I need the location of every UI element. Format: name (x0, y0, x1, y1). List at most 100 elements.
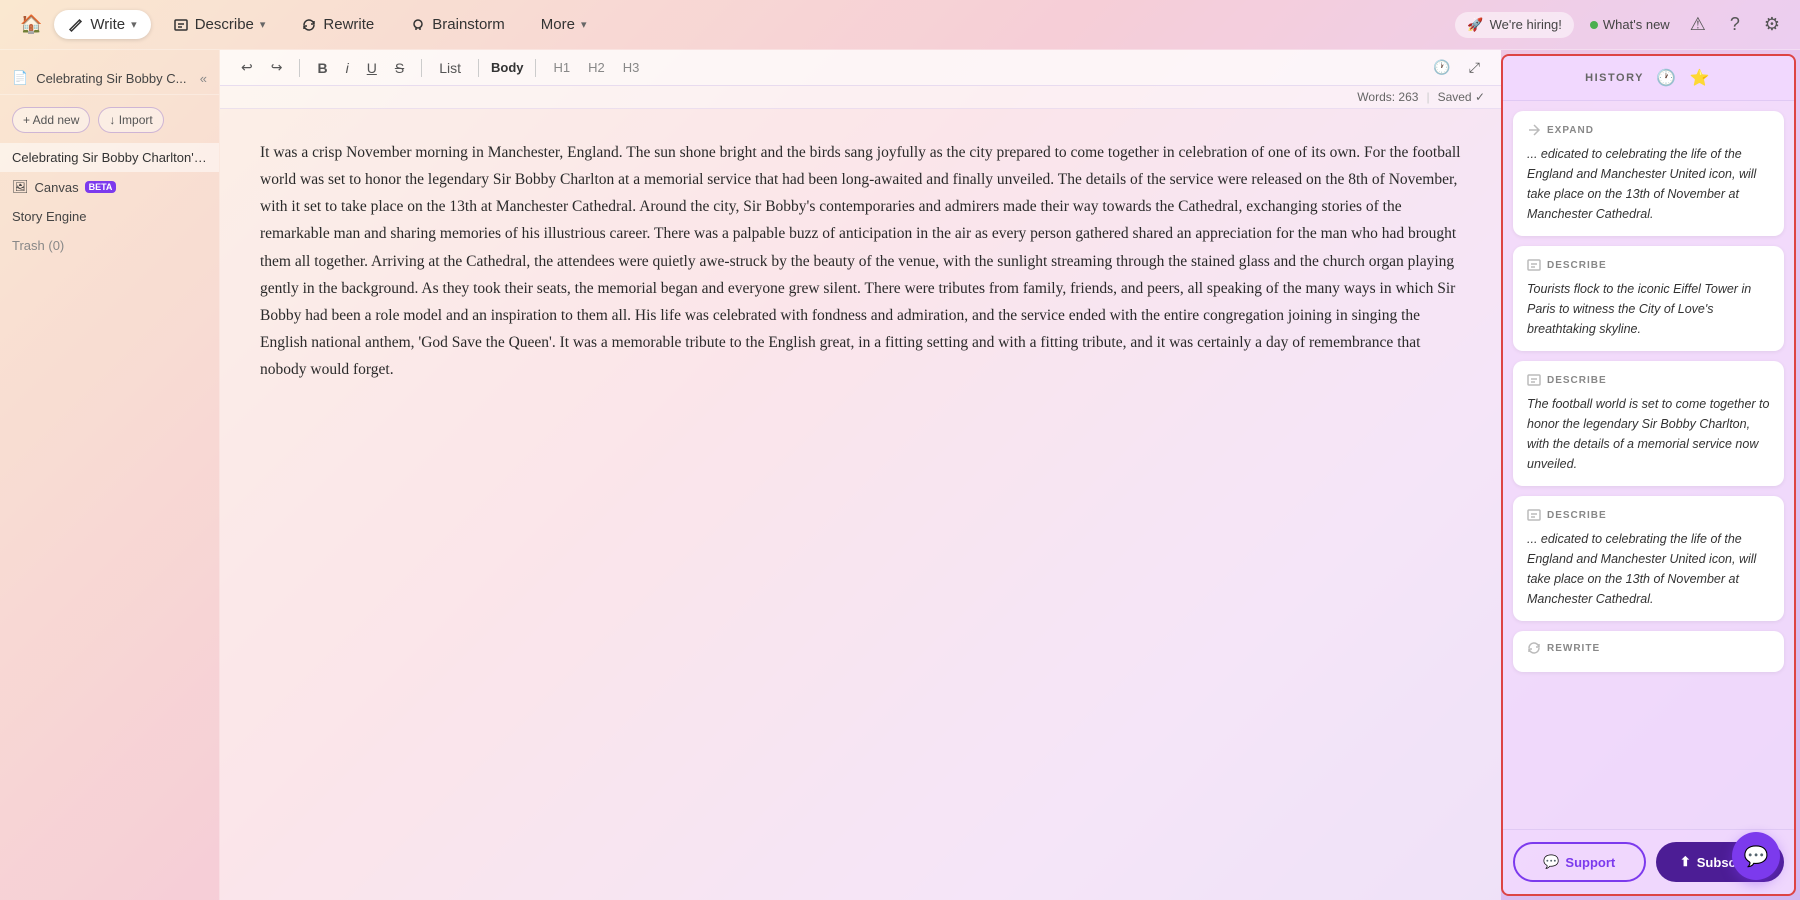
hiring-label: We're hiring! (1490, 17, 1562, 32)
bold-button[interactable]: B (312, 57, 332, 79)
expand-button[interactable]: ⤢ (1464, 56, 1485, 79)
help-button[interactable]: ? (1726, 10, 1744, 39)
history-card-describe-2[interactable]: DESCRIBE The football world is set to co… (1513, 361, 1784, 486)
describe-type-label-3: DESCRIBE (1547, 510, 1607, 521)
support-icon: 💬 (1543, 854, 1559, 870)
redo-button[interactable]: ↪ (266, 56, 288, 79)
words-saved-bar: Words: 263 | Saved ✓ (220, 86, 1501, 109)
main-text: It was a crisp November morning in Manch… (260, 139, 1461, 383)
expand-type-icon (1527, 123, 1541, 137)
list-button[interactable]: List (434, 57, 466, 79)
history-card-type-rewrite: REWRITE (1527, 641, 1770, 655)
write-nav-button[interactable]: Write ▾ (54, 10, 150, 39)
describe-chevron: ▾ (260, 18, 266, 31)
rewrite-label: Rewrite (323, 16, 374, 33)
expand-type-label: EXPAND (1547, 125, 1594, 136)
doc-title: Celebrating Sir Bobby C... (36, 71, 186, 86)
hiring-button[interactable]: 🚀 We're hiring! (1455, 12, 1574, 38)
editor-content[interactable]: It was a crisp November morning in Manch… (220, 109, 1501, 900)
brainstorm-label: Brainstorm (432, 16, 505, 33)
sidebar-trash[interactable]: Trash (0) (0, 231, 219, 260)
history-clock-button[interactable]: 🕐 (1428, 56, 1455, 79)
more-label: More (541, 16, 575, 33)
add-new-button[interactable]: + Add new (12, 107, 90, 133)
toolbar-divider-2 (421, 59, 422, 77)
words-count: Words: 263 (1357, 90, 1418, 104)
history-card-type-describe-2: DESCRIBE (1527, 373, 1770, 387)
chat-bubble-button[interactable]: 💬 (1732, 832, 1780, 880)
home-button[interactable]: 🏠 (16, 10, 46, 39)
more-nav-button[interactable]: More ▾ (527, 10, 601, 39)
canvas-icon: 🖼 (12, 179, 29, 195)
editor-toolbar: ↩ ↪ B i U S List Body H1 H2 H3 🕐 ⤢ (220, 50, 1501, 86)
sidebar: 📄 Celebrating Sir Bobby C... « + Add new… (0, 50, 220, 900)
story-engine-label: Story Engine (12, 209, 86, 224)
rewrite-type-label: REWRITE (1547, 643, 1600, 654)
subscribe-icon: ⬆ (1680, 854, 1691, 870)
history-card-rewrite[interactable]: REWRITE (1513, 631, 1784, 672)
sidebar-canvas-item[interactable]: 🖼 Canvas BETA (0, 172, 219, 202)
main-layout: 📄 Celebrating Sir Bobby C... « + Add new… (0, 50, 1800, 900)
history-card-describe-1[interactable]: DESCRIBE Tourists flock to the iconic Ei… (1513, 246, 1784, 351)
format-select[interactable]: Body (491, 60, 524, 75)
expand-card-text: ... edicated to celebrating the life of … (1527, 144, 1770, 224)
history-card-describe-3[interactable]: DESCRIBE ... edicated to celebrating the… (1513, 496, 1784, 621)
sidebar-story-engine[interactable]: Story Engine (0, 202, 219, 231)
describe-type-icon-1 (1527, 258, 1541, 272)
describe-card-text-2: The football world is set to come togeth… (1527, 394, 1770, 474)
whats-new-button[interactable]: What's new (1590, 17, 1670, 32)
more-chevron: ▾ (581, 18, 587, 31)
document-icon: 📄 (12, 70, 28, 86)
top-navigation: 🏠 Write ▾ Describe ▾ Rewrite Brainstorm … (0, 0, 1800, 50)
history-title: HISTORY (1585, 72, 1644, 84)
toolbar-right: 🕐 ⤢ (1428, 56, 1485, 79)
h2-button[interactable]: H2 (583, 58, 610, 77)
rewrite-type-icon (1527, 641, 1541, 655)
underline-button[interactable]: U (362, 57, 382, 79)
describe-type-icon-3 (1527, 508, 1541, 522)
divider: | (1426, 90, 1429, 104)
describe-label: Describe (195, 16, 254, 33)
toolbar-divider-3 (478, 59, 479, 77)
saved-status: Saved ✓ (1438, 90, 1485, 104)
toolbar-divider-1 (299, 59, 300, 77)
beta-badge: BETA (85, 181, 117, 193)
editor-area: ↩ ↪ B i U S List Body H1 H2 H3 🕐 ⤢ Words… (220, 50, 1501, 900)
strikethrough-button[interactable]: S (390, 57, 409, 79)
whats-new-label: What's new (1603, 17, 1670, 32)
brainstorm-nav-button[interactable]: Brainstorm (396, 10, 519, 39)
undo-button[interactable]: ↩ (236, 56, 258, 79)
import-label: ↓ Import (109, 113, 152, 127)
support-button[interactable]: 💬 Support (1513, 842, 1646, 882)
h1-button[interactable]: H1 (548, 58, 575, 77)
nav-right-section: 🚀 We're hiring! What's new ⚠ ? ⚙ (1455, 10, 1784, 39)
add-new-label: + Add new (23, 113, 79, 127)
import-button[interactable]: ↓ Import (98, 107, 163, 133)
history-panel: HISTORY 🕐 ⭐ EXPAND ... edicated to celeb… (1501, 54, 1796, 896)
describe-type-label-1: DESCRIBE (1547, 260, 1607, 271)
describe-card-text-1: Tourists flock to the iconic Eiffel Towe… (1527, 279, 1770, 339)
rewrite-nav-button[interactable]: Rewrite (287, 10, 388, 39)
history-star-button[interactable]: ⭐ (1688, 66, 1712, 90)
settings-button[interactable]: ⚙ (1760, 10, 1784, 39)
write-label: Write (90, 16, 125, 33)
italic-button[interactable]: i (341, 57, 354, 79)
green-dot-icon (1590, 21, 1598, 29)
write-chevron: ▾ (131, 18, 137, 31)
h3-button[interactable]: H3 (618, 58, 645, 77)
history-items: EXPAND ... edicated to celebrating the l… (1503, 101, 1794, 829)
sidebar-file-item[interactable]: Celebrating Sir Bobby Charlton's L... (0, 143, 219, 172)
sidebar-doc-item[interactable]: 📄 Celebrating Sir Bobby C... « (0, 62, 219, 95)
alert-button[interactable]: ⚠ (1686, 10, 1710, 39)
history-card-expand[interactable]: EXPAND ... edicated to celebrating the l… (1513, 111, 1784, 236)
describe-nav-button[interactable]: Describe ▾ (159, 10, 280, 39)
history-clock-icon-button[interactable]: 🕐 (1654, 66, 1678, 90)
collapse-icon: « (200, 71, 207, 86)
canvas-label: Canvas (35, 180, 79, 195)
file-item-label: Celebrating Sir Bobby Charlton's L... (12, 150, 219, 165)
history-card-type-describe-3: DESCRIBE (1527, 508, 1770, 522)
describe-type-label-2: DESCRIBE (1547, 375, 1607, 386)
chat-icon: 💬 (1744, 844, 1769, 869)
support-label: Support (1565, 855, 1615, 870)
trash-label: Trash (0) (12, 238, 64, 253)
